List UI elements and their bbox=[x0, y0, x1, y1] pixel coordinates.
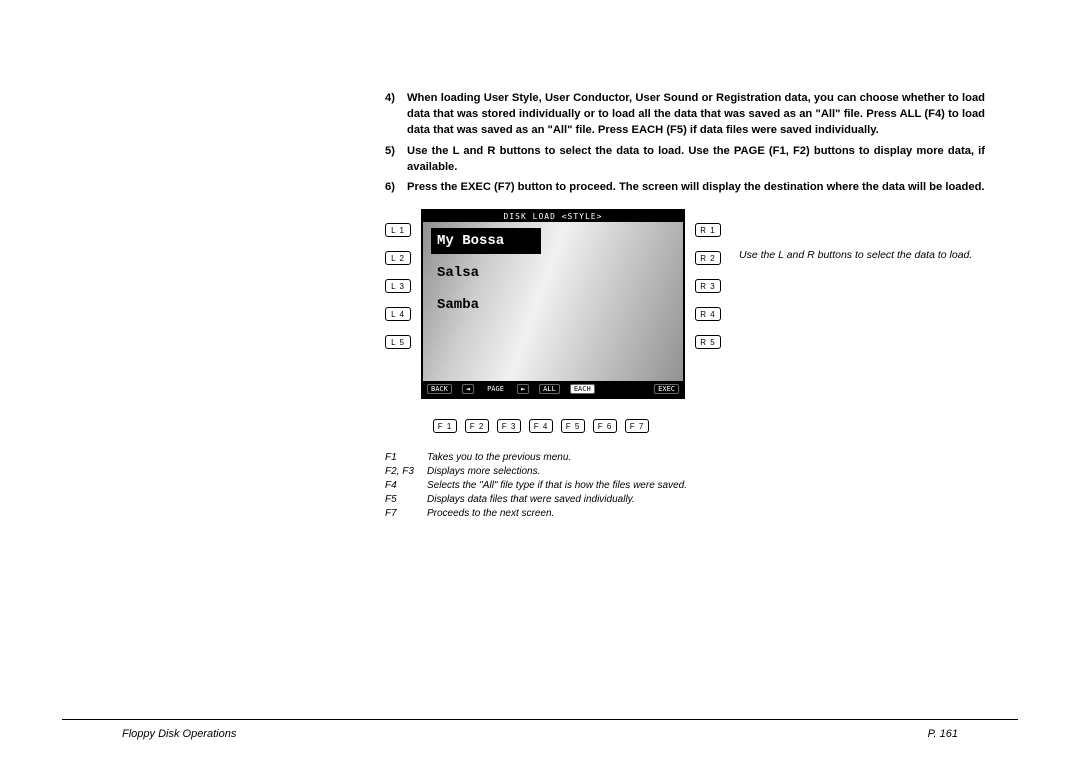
device-illustration: L 1 L 2 L 3 L 4 L 5 DISK LOAD <STYLE> My… bbox=[385, 209, 721, 409]
f7-button[interactable]: F 7 bbox=[625, 419, 649, 433]
legend-row: F7Proceeds to the next screen. bbox=[385, 507, 725, 521]
f3-button[interactable]: F 3 bbox=[497, 419, 521, 433]
legend-row: F1Takes you to the previous menu. bbox=[385, 451, 725, 465]
page-right-icon[interactable]: ► bbox=[517, 384, 529, 394]
f6-button[interactable]: F 6 bbox=[593, 419, 617, 433]
left-buttons: L 1 L 2 L 3 L 4 L 5 bbox=[385, 223, 411, 349]
r3-button[interactable]: R 3 bbox=[695, 279, 721, 293]
legend-desc: Takes you to the previous menu. bbox=[427, 451, 571, 465]
legend-desc: Displays data files that were saved indi… bbox=[427, 493, 635, 507]
page-label: PAGE bbox=[484, 385, 507, 393]
caption: Use the L and R buttons to select the da… bbox=[739, 249, 972, 263]
l1-button[interactable]: L 1 bbox=[385, 223, 411, 237]
step-4: 4) When loading User Style, User Conduct… bbox=[385, 90, 985, 139]
step-6: 6) Press the EXEC (F7) button to proceed… bbox=[385, 179, 985, 195]
step-5: 5) Use the L and R buttons to select the… bbox=[385, 143, 985, 175]
f1-button[interactable]: F 1 bbox=[433, 419, 457, 433]
l5-button[interactable]: L 5 bbox=[385, 335, 411, 349]
legend-key: F4 bbox=[385, 479, 427, 493]
step-text: Press the EXEC (F7) button to proceed. T… bbox=[407, 179, 985, 195]
exec-footer-button[interactable]: EXEC bbox=[654, 384, 679, 394]
figure-row: L 1 L 2 L 3 L 4 L 5 DISK LOAD <STYLE> My… bbox=[385, 209, 985, 521]
menu-item-1[interactable]: My Bossa bbox=[431, 228, 541, 254]
legend-desc: Proceeds to the next screen. bbox=[427, 507, 554, 521]
r2-button[interactable]: R 2 bbox=[695, 251, 721, 265]
legend-key: F5 bbox=[385, 493, 427, 507]
figure-block: L 1 L 2 L 3 L 4 L 5 DISK LOAD <STYLE> My… bbox=[385, 209, 725, 521]
main-content: 4) When loading User Style, User Conduct… bbox=[385, 90, 985, 521]
f5-button[interactable]: F 5 bbox=[561, 419, 585, 433]
l3-button[interactable]: L 3 bbox=[385, 279, 411, 293]
f2-button[interactable]: F 2 bbox=[465, 419, 489, 433]
step-number: 5) bbox=[385, 143, 407, 175]
legend-key: F1 bbox=[385, 451, 427, 465]
back-footer-button[interactable]: BACK bbox=[427, 384, 452, 394]
r1-button[interactable]: R 1 bbox=[695, 223, 721, 237]
page-left-icon[interactable]: ◄ bbox=[462, 384, 474, 394]
legend-row: F5Displays data files that were saved in… bbox=[385, 493, 725, 507]
legend-key: F2, F3 bbox=[385, 465, 427, 479]
l4-button[interactable]: L 4 bbox=[385, 307, 411, 321]
step-number: 4) bbox=[385, 90, 407, 139]
footer-title: Floppy Disk Operations bbox=[122, 728, 236, 740]
step-text: Use the L and R buttons to select the da… bbox=[407, 143, 985, 175]
step-number: 6) bbox=[385, 179, 407, 195]
legend-desc: Displays more selections. bbox=[427, 465, 540, 479]
legend-row: F4Selects the "All" file type if that is… bbox=[385, 479, 725, 493]
screen-footer: BACK ◄ PAGE ► ALL EACH EXEC bbox=[423, 381, 683, 397]
legend-desc: Selects the "All" file type if that is h… bbox=[427, 479, 687, 493]
right-buttons: R 1 R 2 R 3 R 4 R 5 bbox=[695, 223, 721, 349]
each-footer-button[interactable]: EACH bbox=[570, 384, 595, 394]
screen-title: DISK LOAD <STYLE> bbox=[423, 211, 683, 222]
f-buttons-row: F 1 F 2 F 3 F 4 F 5 F 6 F 7 bbox=[433, 419, 725, 433]
lcd-screen: DISK LOAD <STYLE> My Bossa Salsa Samba B… bbox=[421, 209, 685, 399]
menu-list: My Bossa Salsa Samba bbox=[423, 222, 683, 318]
r5-button[interactable]: R 5 bbox=[695, 335, 721, 349]
menu-item-2[interactable]: Salsa bbox=[431, 260, 541, 286]
menu-item-3[interactable]: Samba bbox=[431, 292, 541, 318]
all-footer-button[interactable]: ALL bbox=[539, 384, 560, 394]
footer-divider bbox=[62, 719, 1018, 720]
r4-button[interactable]: R 4 bbox=[695, 307, 721, 321]
legend-key: F7 bbox=[385, 507, 427, 521]
legend-row: F2, F3Displays more selections. bbox=[385, 465, 725, 479]
step-text: When loading User Style, User Conductor,… bbox=[407, 90, 985, 139]
f4-button[interactable]: F 4 bbox=[529, 419, 553, 433]
page-number: P. 161 bbox=[928, 728, 958, 740]
legend: F1Takes you to the previous menu. F2, F3… bbox=[385, 451, 725, 521]
l2-button[interactable]: L 2 bbox=[385, 251, 411, 265]
